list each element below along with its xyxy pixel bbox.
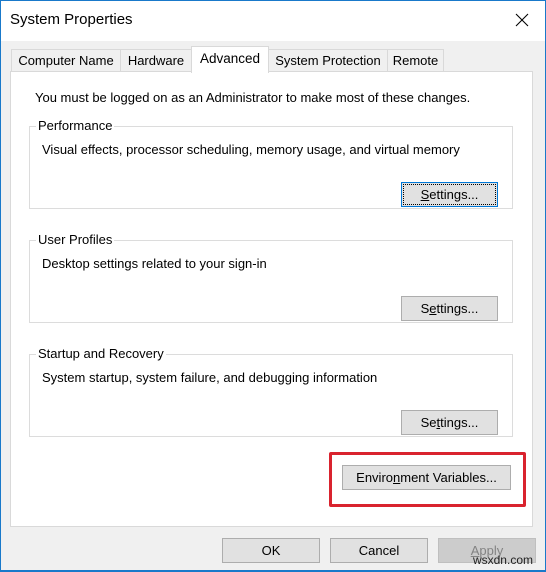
group-description: Desktop settings related to your sign-in bbox=[42, 256, 267, 271]
mnemonic-char: S bbox=[420, 187, 430, 202]
group-title: Startup and Recovery bbox=[36, 346, 166, 362]
button-text: tings... bbox=[440, 415, 479, 430]
ok-button[interactable]: OK bbox=[222, 538, 320, 563]
close-icon bbox=[515, 13, 529, 27]
user-profiles-settings-button[interactable]: Settings... bbox=[401, 296, 498, 321]
close-button[interactable] bbox=[499, 1, 545, 39]
startup-recovery-settings-button[interactable]: Settings... bbox=[401, 410, 498, 435]
highlight-annotation bbox=[329, 452, 526, 507]
tab-remote[interactable]: Remote bbox=[387, 49, 444, 72]
tab-hardware[interactable]: Hardware bbox=[120, 49, 192, 72]
user-profiles-group: User Profiles Desktop settings related t… bbox=[29, 232, 513, 323]
tab-advanced[interactable]: Advanced bbox=[191, 46, 269, 73]
startup-recovery-group: Startup and Recovery System startup, sys… bbox=[29, 346, 513, 437]
performance-settings-button[interactable]: Settings... bbox=[401, 182, 498, 207]
group-description: Visual effects, processor scheduling, me… bbox=[42, 142, 460, 157]
group-title: Performance bbox=[36, 118, 115, 134]
watermark: wsxdn.com bbox=[472, 553, 533, 567]
title-bar[interactable]: System Properties bbox=[1, 1, 545, 41]
cancel-button[interactable]: Cancel bbox=[330, 538, 428, 563]
system-properties-window: System Properties Computer Name Hardware… bbox=[0, 0, 546, 572]
button-text: S bbox=[420, 301, 430, 316]
tab-computer-name[interactable]: Computer Name bbox=[11, 49, 121, 72]
button-text: ettings... bbox=[429, 187, 479, 202]
button-text: Se bbox=[420, 415, 437, 430]
window-title: System Properties bbox=[10, 11, 133, 28]
performance-group: Performance Visual effects, processor sc… bbox=[29, 118, 513, 209]
group-title: User Profiles bbox=[36, 232, 115, 248]
group-description: System startup, system failure, and debu… bbox=[42, 370, 378, 385]
button-text: ttings... bbox=[436, 301, 479, 316]
admin-note: You must be logged on as an Administrato… bbox=[35, 90, 471, 105]
tab-system-protection[interactable]: System Protection bbox=[268, 49, 388, 72]
